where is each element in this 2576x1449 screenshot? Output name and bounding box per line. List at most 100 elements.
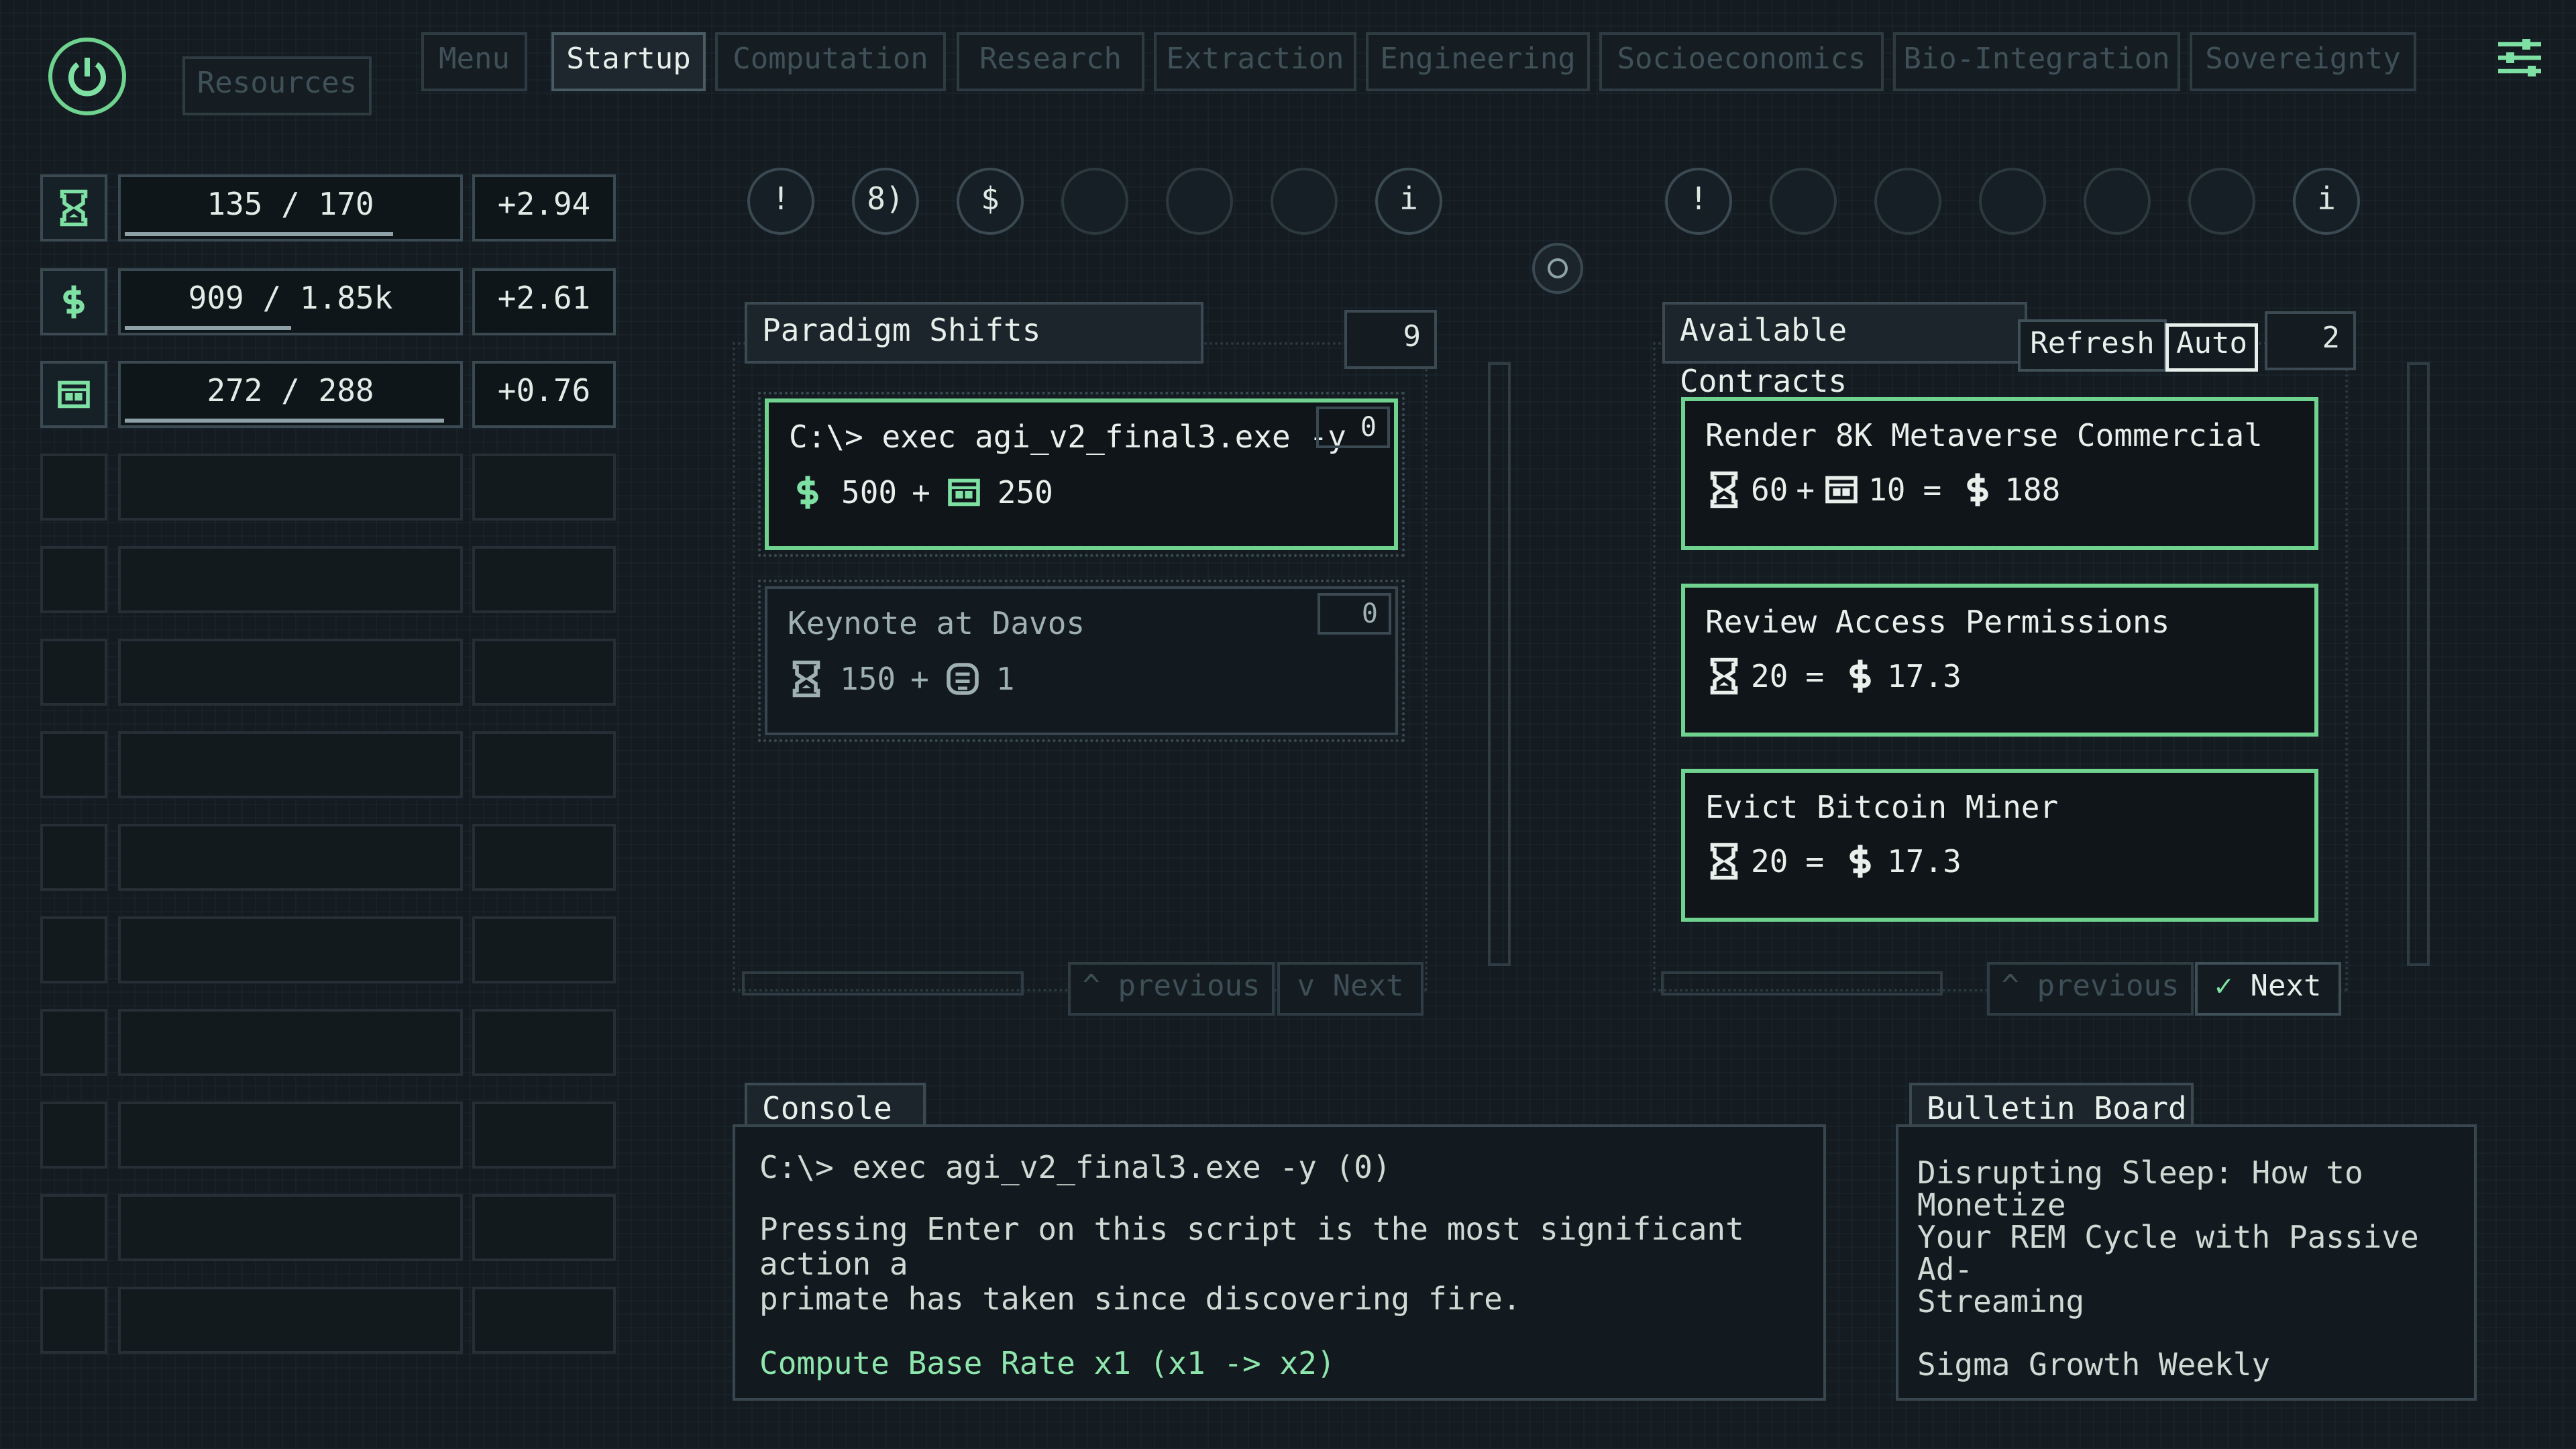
upgrade-node[interactable]	[1979, 168, 2046, 235]
contract-card-cost: 20 = 17.3	[1705, 657, 2294, 695]
paradigm-next-button[interactable]: v Next	[1277, 962, 1424, 1016]
money-resource-text: 909 / 1.85k	[188, 280, 393, 316]
contract-card-review[interactable]: Review Access Permissions 20 = 17.3	[1681, 584, 2318, 737]
upgrade-node[interactable]	[1770, 168, 1837, 235]
paradigm-scrollbar[interactable]	[742, 971, 1024, 996]
cost-time: 150	[840, 661, 896, 697]
contract-card-title: Review Access Permissions	[1705, 604, 2170, 640]
tab-sovereignty[interactable]: Sovereignty	[2190, 32, 2416, 91]
empty-resource-slot	[40, 546, 107, 613]
empty-resource-slot	[472, 1102, 616, 1169]
empty-resource-slot	[118, 731, 463, 798]
contract-card-evict[interactable]: Evict Bitcoin Miner 20 = 17.3	[1681, 769, 2318, 922]
tab-socioeconomics[interactable]: Socioeconomics	[1599, 32, 1884, 91]
sliders-icon	[2498, 39, 2541, 76]
contracts-previous-button[interactable]: ^ previous	[1987, 962, 2194, 1016]
upgrade-node[interactable]: $	[957, 168, 1024, 235]
upgrade-node[interactable]: !	[1665, 168, 1732, 235]
empty-resource-slot	[472, 1287, 616, 1354]
tab-resources[interactable]: Resources	[182, 56, 372, 115]
empty-resource-slot	[40, 453, 107, 521]
contracts-scrollbar[interactable]	[1661, 971, 1943, 996]
previous-label: previous	[1118, 969, 1260, 1003]
tab-bio-integration[interactable]: Bio-Integration	[1893, 32, 2180, 91]
hourglass-resource-icon	[40, 174, 107, 241]
dollar-icon	[1959, 471, 1996, 508]
upgrade-node[interactable]	[1061, 168, 1128, 235]
tab-engineering[interactable]: Engineering	[1366, 32, 1590, 91]
power-icon	[68, 58, 106, 97]
dollar-icon	[789, 474, 826, 511]
contracts-next-button[interactable]: ✓ Next	[2195, 962, 2341, 1016]
money-resource-rate: +2.61	[472, 268, 616, 335]
cost-money: 500	[841, 474, 898, 511]
upgrade-node[interactable]	[2084, 168, 2151, 235]
upgrade-node[interactable]: 8)	[852, 168, 919, 235]
paradigm-previous-button[interactable]: ^ previous	[1068, 962, 1275, 1016]
auto-toggle[interactable]: Auto	[2165, 323, 2258, 372]
power-button[interactable]	[48, 38, 126, 115]
tab-extraction[interactable]: Extraction	[1154, 32, 1356, 91]
chip-icon	[55, 376, 93, 413]
empty-resource-slot	[472, 916, 616, 983]
paradigm-card-badge: 0	[1316, 407, 1390, 448]
settings-button[interactable]	[2486, 31, 2553, 85]
compute-resource-text: 272 / 288	[207, 372, 374, 409]
paradigm-card-agi[interactable]: C:\> exec agi_v2_final3.exe -y 500 + 250…	[758, 392, 1405, 557]
cost-time: 20	[1751, 843, 1788, 879]
upgrade-node[interactable]: i	[2293, 168, 2360, 235]
hourglass-icon	[55, 189, 93, 227]
check-icon: ✓	[2214, 969, 2251, 1003]
contract-card-render[interactable]: Render 8K Metaverse Commercial 60 + 10 =…	[1681, 397, 2318, 550]
tab-research[interactable]: Research	[957, 32, 1144, 91]
dollar-resource-icon	[40, 268, 107, 335]
empty-resource-slot	[472, 731, 616, 798]
paradigm-vertical-scrollbar[interactable]	[1488, 362, 1511, 966]
money-resource-fill	[125, 326, 291, 330]
bulletin-source: Sigma Growth Weekly	[1917, 1346, 2271, 1383]
upgrade-node[interactable]	[1271, 168, 1338, 235]
empty-resource-slot	[40, 1102, 107, 1169]
empty-resource-slot	[40, 916, 107, 983]
contracts-count: 2	[2265, 311, 2356, 370]
empty-resource-slot	[472, 1194, 616, 1261]
tab-startup[interactable]: Startup	[551, 32, 706, 91]
tab-menu[interactable]: Menu	[421, 32, 527, 91]
contract-card-cost: 20 = 17.3	[1705, 843, 2294, 880]
compute-resource-fill	[125, 419, 444, 423]
empty-resource-slot	[118, 1009, 463, 1076]
cost-time: 20	[1751, 658, 1788, 694]
cost-compute: 10	[1868, 472, 1906, 508]
paradigm-card-badge: 0	[1318, 593, 1391, 635]
bulletin-headline-1: Disrupting Sleep: How to Monetize	[1917, 1155, 2363, 1223]
center-hub-icon	[1532, 243, 1583, 294]
contract-card-title: Evict Bitcoin Miner	[1705, 789, 2059, 825]
dollar-icon	[55, 283, 93, 321]
bulletin-headline-3: Streaming	[1917, 1283, 2085, 1320]
refresh-button[interactable]: Refresh	[2018, 319, 2167, 372]
time-resource-rate: +2.94	[472, 174, 616, 241]
console-message-line-2: primate has taken since discovering fire…	[759, 1281, 1521, 1317]
contracts-title: Available Contracts	[1662, 302, 2027, 399]
bulletin-panel: Disrupting Sleep: How to Monetize Your R…	[1896, 1124, 2477, 1401]
empty-resource-slot	[472, 453, 616, 521]
console-bonus-line: Compute Base Rate x1 (x1 -> x2)	[759, 1345, 1336, 1381]
hourglass-icon	[1705, 471, 1743, 508]
empty-resource-slot	[40, 1194, 107, 1261]
cost-equals: =	[1805, 843, 1825, 879]
contracts-vertical-scrollbar[interactable]	[2407, 362, 2430, 966]
face-icon	[944, 660, 981, 698]
upgrade-node[interactable]	[1166, 168, 1233, 235]
upgrade-node[interactable]: !	[747, 168, 814, 235]
paradigm-card-davos[interactable]: Keynote at Davos 150 + 1 0	[758, 580, 1405, 742]
chip-resource-icon	[40, 361, 107, 428]
tab-computation[interactable]: Computation	[715, 32, 946, 91]
upgrade-node[interactable]: i	[1375, 168, 1442, 235]
empty-resource-slot	[118, 1287, 463, 1354]
chevron-up-icon: ^	[1082, 969, 1118, 1003]
time-resource-value: 135 / 170	[118, 174, 463, 241]
upgrade-node[interactable]	[2188, 168, 2255, 235]
reward-money: 17.3	[1887, 843, 1962, 879]
upgrade-node[interactable]	[1874, 168, 1941, 235]
paradigm-card-title: Keynote at Davos	[788, 605, 1085, 641]
